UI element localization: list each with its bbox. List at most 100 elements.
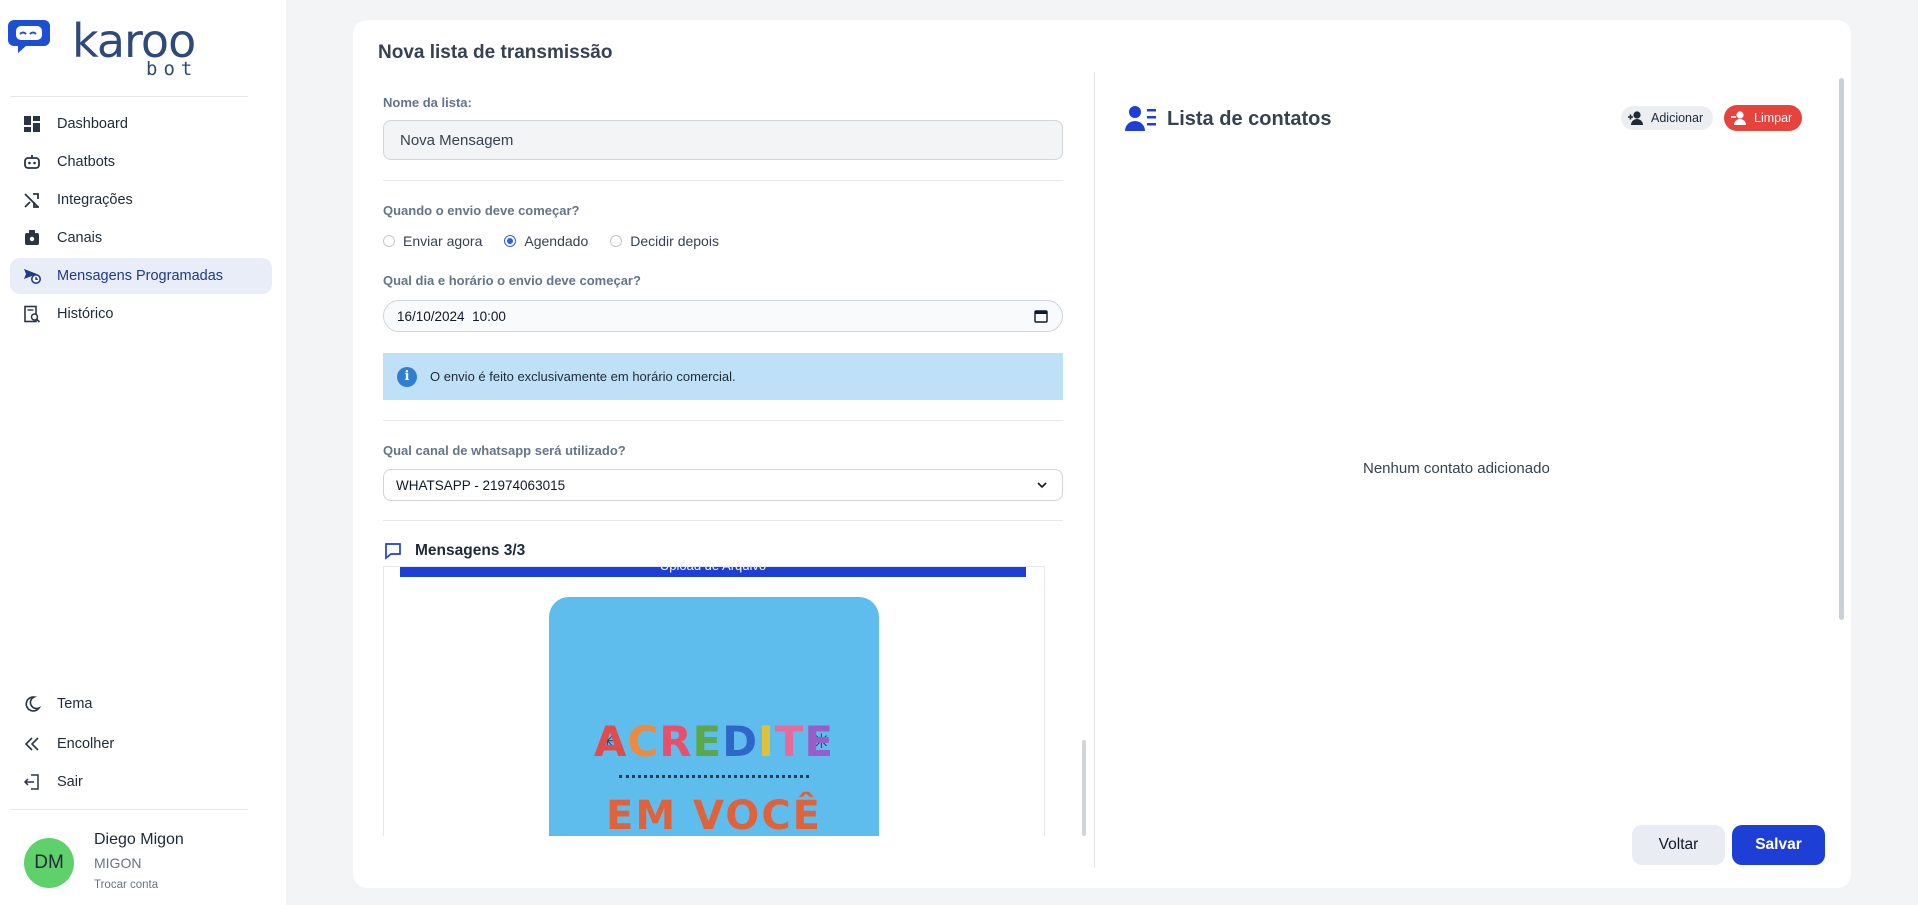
alert-text: O envio é feito exclusivamente em horári… xyxy=(430,369,736,384)
divider xyxy=(383,520,1063,521)
preview-letter: T xyxy=(774,717,805,766)
preview-word-1: ACREDITE xyxy=(549,717,879,766)
collapse-label: Encolher xyxy=(57,736,115,752)
divider xyxy=(383,420,1063,421)
add-contact-button[interactable]: Adicionar xyxy=(1621,106,1714,130)
broadcast-list-card: Nova lista de transmissão Nome da lista:… xyxy=(353,20,1851,888)
switch-account-link[interactable]: Trocar conta xyxy=(94,879,158,891)
avatar: DM xyxy=(24,838,74,888)
start-options: Enviar agora Agendado Decidir depois xyxy=(383,233,741,249)
preview-letter: A xyxy=(593,717,628,766)
sidebar-item-history[interactable]: Histórico xyxy=(10,296,272,332)
theme-toggle[interactable]: Tema xyxy=(10,686,272,722)
message-list[interactable]: Upload de Arquivo ✳ ✳ ACREDITE EM VOCÊ xyxy=(383,566,1045,836)
radio-scheduled[interactable]: Agendado xyxy=(504,233,588,249)
info-icon: i xyxy=(397,366,417,387)
datetime-value: 16/10/2024 10:00 xyxy=(397,308,506,324)
collapse-sidebar-button[interactable]: Encolher xyxy=(10,726,272,762)
robot-icon xyxy=(22,152,42,172)
remove-user-icon xyxy=(1731,111,1746,125)
preview-letter: R xyxy=(659,717,693,766)
image-preview: ✳ ✳ ACREDITE EM VOCÊ xyxy=(549,597,879,836)
sidebar-item-label: Dashboard xyxy=(57,116,128,132)
radio-label: Enviar agora xyxy=(403,233,483,249)
datetime-label: Qual dia e horário o envio deve começar? xyxy=(383,273,641,288)
radio-send-now[interactable]: Enviar agora xyxy=(383,233,482,249)
logo-sub: bot xyxy=(146,58,199,80)
panel-divider xyxy=(1094,72,1095,868)
preview-letter: D xyxy=(722,717,759,766)
radio-label: Agendado xyxy=(524,233,589,249)
preview-letter: I xyxy=(758,717,775,766)
radio-circle xyxy=(383,235,395,247)
dashboard-icon xyxy=(22,114,42,134)
add-user-icon xyxy=(1628,111,1643,125)
back-button[interactable]: Voltar xyxy=(1632,825,1725,865)
chatbot-logo-icon xyxy=(8,20,50,53)
theme-label: Tema xyxy=(57,696,93,712)
sidebar: karoo bot Dashboard Chatbots Integrações xyxy=(0,0,286,905)
start-when-label: Quando o envio deve começar? xyxy=(383,203,580,218)
preview-word-2: EM VOCÊ xyxy=(606,793,822,836)
chevron-down-icon xyxy=(1037,482,1047,489)
channel-value: WHATSAPP - 21974063015 xyxy=(396,477,566,493)
clear-contacts-label: Limpar xyxy=(1754,111,1793,125)
history-icon xyxy=(22,304,42,324)
add-contact-label: Adicionar xyxy=(1651,111,1704,125)
radio-decide-later[interactable]: Decidir depois xyxy=(610,233,719,249)
sidebar-item-label: Histórico xyxy=(57,306,114,322)
logout-icon xyxy=(22,772,42,792)
sidebar-item-dashboard[interactable]: Dashboard xyxy=(10,106,272,142)
sidebar-item-chatbots[interactable]: Chatbots xyxy=(10,144,272,180)
sidebar-item-scheduled-messages[interactable]: Mensagens Programadas xyxy=(10,258,272,294)
logout-button[interactable]: Sair xyxy=(10,764,272,800)
user-name: Diego Migon xyxy=(94,831,184,848)
preview-decoration xyxy=(619,775,809,783)
logout-label: Sair xyxy=(57,774,83,790)
business-hours-alert: i O envio é feito exclusivamente em horá… xyxy=(383,353,1063,400)
sidebar-item-channels[interactable]: Canais xyxy=(10,220,272,256)
sidebar-bottom-nav: Tema Encolher Sair xyxy=(10,686,272,802)
clear-contacts-button[interactable]: Limpar xyxy=(1724,105,1803,131)
contacts-scrollbar[interactable] xyxy=(1839,78,1844,620)
channel-label: Qual canal de whatsapp será utilizado? xyxy=(383,443,626,458)
contacts-title: Lista de contatos xyxy=(1167,107,1332,130)
list-name-label: Nome da lista: xyxy=(383,95,472,110)
save-button[interactable]: Salvar xyxy=(1732,825,1825,865)
channel-select[interactable]: WHATSAPP - 21974063015 xyxy=(383,469,1063,501)
messages-title: Mensagens 3/3 xyxy=(415,542,526,559)
brand-logo[interactable]: karoo bot xyxy=(8,16,208,80)
sidebar-item-label: Chatbots xyxy=(57,154,116,170)
sidebar-item-label: Canais xyxy=(57,230,103,246)
messages-header: Mensagens 3/3 xyxy=(383,541,525,561)
double-chevron-left-icon xyxy=(22,734,42,754)
divider xyxy=(383,180,1063,181)
empty-contacts-message: Nenhum contato adicionado xyxy=(1363,460,1550,477)
sidebar-item-label: Mensagens Programadas xyxy=(57,268,224,284)
radio-circle xyxy=(610,235,623,247)
chat-bubble-icon xyxy=(385,543,401,560)
list-name-input[interactable] xyxy=(383,120,1063,160)
sidebar-item-integrations[interactable]: Integrações xyxy=(10,182,272,218)
sidebar-divider xyxy=(10,809,248,810)
preview-letter: E xyxy=(804,717,835,766)
channel-icon xyxy=(22,228,42,248)
user-company: MIGON xyxy=(94,855,142,871)
moon-icon xyxy=(22,694,42,714)
preview-letter: C xyxy=(627,717,660,766)
sidebar-divider xyxy=(10,96,248,97)
upload-file-button[interactable]: Upload de Arquivo xyxy=(400,567,1026,577)
scheduled-message-icon xyxy=(22,266,42,286)
preview-letter: E xyxy=(692,717,723,766)
shuffle-icon xyxy=(22,190,42,210)
message-list-scrollbar[interactable] xyxy=(1082,740,1086,836)
contact-list-icon xyxy=(1125,106,1156,131)
sidebar-item-label: Integrações xyxy=(57,192,133,208)
radio-label: Decidir depois xyxy=(630,233,719,249)
sidebar-nav: Dashboard Chatbots Integrações Canais Me… xyxy=(10,106,272,334)
datetime-input[interactable]: 16/10/2024 10:00 xyxy=(383,300,1063,332)
contacts-header: Lista de contatos xyxy=(1125,105,1331,133)
page-title: Nova lista de transmissão xyxy=(378,42,613,63)
calendar-icon[interactable] xyxy=(1034,309,1048,323)
radio-circle xyxy=(504,235,517,247)
